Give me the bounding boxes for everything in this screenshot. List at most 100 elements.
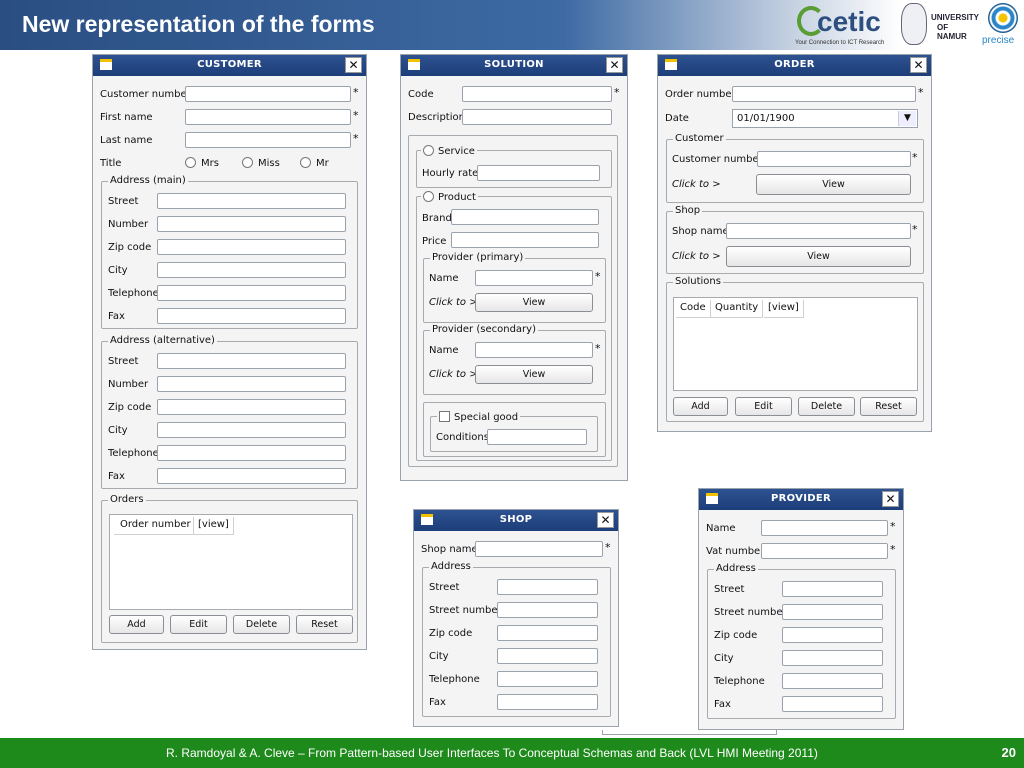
delete-button[interactable]: Delete <box>233 615 290 634</box>
edit-button[interactable]: Edit <box>170 615 227 634</box>
street-input[interactable] <box>782 581 883 597</box>
conditions-input[interactable] <box>487 429 587 445</box>
zip-input[interactable] <box>497 625 598 641</box>
price-input[interactable] <box>451 232 599 248</box>
city-input[interactable] <box>497 648 598 664</box>
vat-number-input[interactable] <box>761 543 888 559</box>
order-number-input[interactable] <box>732 86 916 102</box>
required-mark: * <box>890 543 896 556</box>
telephone-input[interactable] <box>497 671 598 687</box>
col-order-number[interactable]: Order number <box>114 517 194 535</box>
zip-label: Zip code <box>108 402 152 413</box>
order-shop-view-button[interactable]: View <box>726 246 911 267</box>
col-view[interactable]: [view] <box>764 300 804 318</box>
city-input[interactable] <box>782 650 883 666</box>
description-input[interactable] <box>462 109 612 125</box>
code-input[interactable] <box>462 86 612 102</box>
service-label: Service <box>438 146 475 157</box>
fax-input[interactable] <box>157 308 346 324</box>
reset-button[interactable]: Reset <box>860 397 917 416</box>
orders-list[interactable]: Order number [view] <box>109 514 353 610</box>
street-input[interactable] <box>497 579 598 595</box>
product-label: Product <box>438 192 476 203</box>
radio-mrs[interactable] <box>185 157 196 168</box>
special-good-outer: Special good Conditions <box>423 402 606 457</box>
street-number-input[interactable] <box>497 602 598 618</box>
shop-name-input[interactable] <box>475 541 603 557</box>
footer-text: R. Ramdoyal & A. Cleve – From Pattern-ba… <box>166 746 818 760</box>
required-mark: * <box>912 223 918 236</box>
add-button[interactable]: Add <box>673 397 728 416</box>
close-icon[interactable]: ✕ <box>597 512 614 528</box>
street-label: Street <box>714 584 745 595</box>
solutions-legend: Solutions <box>673 276 723 287</box>
provider-name-input[interactable] <box>761 520 888 536</box>
date-select[interactable]: 01/01/1900 ▼ <box>732 109 918 128</box>
close-icon[interactable]: ✕ <box>345 57 362 73</box>
close-icon[interactable]: ✕ <box>882 491 899 507</box>
shop-address-legend: Address <box>429 561 473 572</box>
provider-secondary-fieldset: Provider (secondary) Name * Click to > V… <box>423 324 606 395</box>
col-code[interactable]: Code <box>676 300 711 318</box>
col-quantity[interactable]: Quantity <box>711 300 764 318</box>
orders-fieldset: Orders Order number [view] Add Edit Dele… <box>101 494 358 643</box>
close-icon[interactable]: ✕ <box>606 57 623 73</box>
order-shop-name-input[interactable] <box>726 223 911 239</box>
precise-logo: precise <box>982 2 1024 48</box>
brand-input[interactable] <box>451 209 599 225</box>
street-number-input[interactable] <box>782 604 883 620</box>
number-input[interactable] <box>157 216 346 232</box>
reset-button[interactable]: Reset <box>296 615 353 634</box>
hourly-rate-input[interactable] <box>477 165 600 181</box>
first-name-input[interactable] <box>185 109 351 125</box>
product-radio[interactable] <box>423 191 434 202</box>
city-input[interactable] <box>157 422 346 438</box>
delete-button[interactable]: Delete <box>798 397 855 416</box>
special-good-checkbox[interactable] <box>439 411 450 422</box>
name-label: Name <box>706 523 736 534</box>
telephone-input[interactable] <box>157 445 346 461</box>
customer-number-input[interactable] <box>185 86 351 102</box>
solutions-list[interactable]: Code Quantity [view] <box>673 297 918 391</box>
order-customer-view-button[interactable]: View <box>756 174 911 195</box>
chevron-down-icon[interactable]: ▼ <box>898 111 916 126</box>
number-input[interactable] <box>157 376 346 392</box>
provider-window: PROVIDER ✕ Name * Vat number * Address S… <box>698 488 904 730</box>
provider-secondary-name-input[interactable] <box>475 342 593 358</box>
fax-input[interactable] <box>782 696 883 712</box>
provider-primary-name-input[interactable] <box>475 270 593 286</box>
brand-label: Brand <box>422 213 452 224</box>
zip-input[interactable] <box>782 627 883 643</box>
edit-button[interactable]: Edit <box>735 397 792 416</box>
order-customer-number-input[interactable] <box>757 151 911 167</box>
radio-mr[interactable] <box>300 157 311 168</box>
street-input[interactable] <box>157 353 346 369</box>
city-input[interactable] <box>157 262 346 278</box>
telephone-input[interactable] <box>782 673 883 689</box>
fax-input[interactable] <box>157 468 346 484</box>
telephone-label: Telephone <box>714 676 765 687</box>
radio-miss[interactable] <box>242 157 253 168</box>
required-mark: * <box>353 86 359 99</box>
provider-secondary-view-button[interactable]: View <box>475 365 593 384</box>
street-number-label: Street number <box>714 607 787 618</box>
last-name-input[interactable] <box>185 132 351 148</box>
fax-input[interactable] <box>497 694 598 710</box>
add-button[interactable]: Add <box>109 615 164 634</box>
special-good-fieldset: Special good Conditions <box>430 409 598 452</box>
order-title: ORDER <box>774 59 815 70</box>
order-customer-fieldset: Customer Customer number * Click to > Vi… <box>666 133 924 203</box>
provider-primary-view-button[interactable]: View <box>475 293 593 312</box>
telephone-input[interactable] <box>157 285 346 301</box>
zip-input[interactable] <box>157 239 346 255</box>
street-label: Street <box>108 356 139 367</box>
conditions-label: Conditions <box>436 432 489 443</box>
type-group: Service Hourly rate Product Brand Price … <box>408 135 618 467</box>
zip-input[interactable] <box>157 399 346 415</box>
close-icon[interactable]: ✕ <box>910 57 927 73</box>
product-fieldset: Product Brand Price Provider (primary) N… <box>416 189 612 461</box>
fax-label: Fax <box>108 471 125 482</box>
col-view[interactable]: [view] <box>194 517 234 535</box>
street-input[interactable] <box>157 193 346 209</box>
service-radio[interactable] <box>423 145 434 156</box>
